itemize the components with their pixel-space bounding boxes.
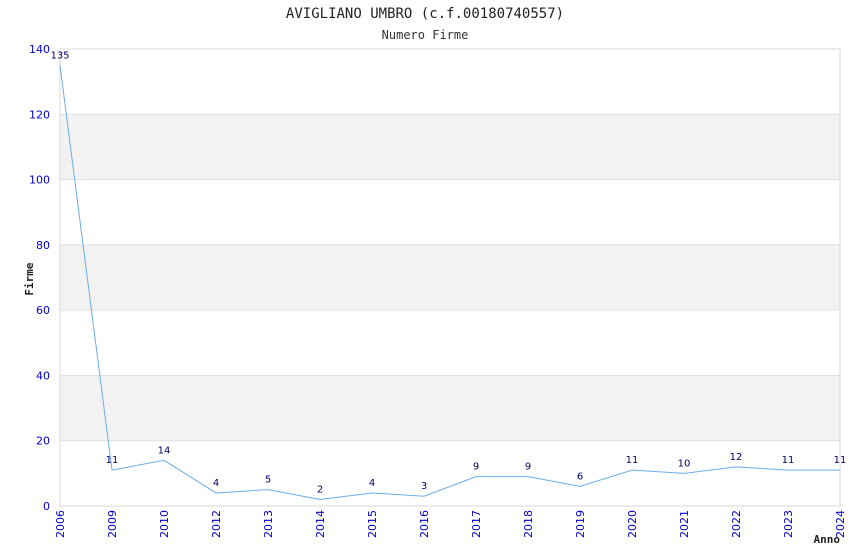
plot-band — [60, 375, 840, 441]
data-label: 5 — [265, 475, 271, 486]
y-tick-label: 140 — [29, 43, 50, 56]
data-label: 2 — [317, 484, 323, 495]
y-tick-label: 60 — [36, 304, 50, 317]
data-label: 135 — [50, 50, 69, 61]
x-tick-label: 2018 — [522, 510, 535, 538]
x-tick-label: 2016 — [418, 510, 431, 538]
x-tick-label: 2009 — [106, 510, 119, 538]
x-tick-label: 2015 — [366, 510, 379, 538]
x-tick-label: 2012 — [210, 510, 223, 538]
plot-band — [60, 310, 840, 376]
data-label: 11 — [834, 455, 847, 466]
y-tick-label: 80 — [36, 239, 50, 252]
plot-band — [60, 440, 840, 506]
x-tick-label: 2010 — [158, 510, 171, 538]
plot-band — [60, 244, 840, 311]
chart-subtitle: Numero Firme — [382, 28, 469, 42]
plot-band — [60, 114, 840, 180]
plot-band — [60, 49, 840, 115]
x-tick-label: 2020 — [626, 510, 639, 538]
x-tick-label: 2017 — [470, 510, 483, 538]
chart-title: AVIGLIANO UMBRO (c.f.00180740557) — [286, 6, 564, 22]
chart: AVIGLIANO UMBRO (c.f.00180740557) Numero… — [23, 6, 847, 546]
x-tick-label: 2022 — [730, 510, 743, 538]
x-tick-label: 2014 — [314, 510, 327, 538]
x-axis-ticks: 2006 2009 2010 2012 2013 2014 2015 2016 2017 2018… — [54, 510, 847, 538]
data-label: 3 — [421, 481, 427, 492]
data-label: 12 — [730, 452, 743, 463]
x-axis-label: Anno — [814, 533, 841, 546]
data-label: 6 — [577, 471, 583, 482]
x-tick-label: 2023 — [782, 510, 795, 538]
x-tick-label: 2021 — [678, 510, 691, 538]
data-label: 10 — [678, 458, 691, 469]
y-tick-label: 40 — [36, 369, 50, 382]
data-label: 4 — [213, 478, 219, 489]
data-label: 11 — [782, 455, 795, 466]
data-label: 14 — [158, 445, 171, 456]
data-label: 9 — [525, 462, 531, 473]
x-tick-label: 2013 — [262, 510, 275, 538]
y-tick-label: 20 — [36, 435, 50, 448]
y-tick-label: 100 — [29, 174, 50, 187]
data-label: 11 — [106, 455, 119, 466]
x-tick-label: 2006 — [54, 510, 67, 538]
y-axis-label: Firme — [23, 262, 36, 295]
data-label: 9 — [473, 462, 479, 473]
data-label: 4 — [369, 478, 375, 489]
plot-band — [60, 179, 840, 245]
data-label: 11 — [626, 455, 639, 466]
y-tick-label: 120 — [29, 108, 50, 121]
plot-area — [59, 48, 841, 507]
y-tick-label: 0 — [43, 500, 50, 513]
x-tick-label: 2019 — [574, 510, 587, 538]
